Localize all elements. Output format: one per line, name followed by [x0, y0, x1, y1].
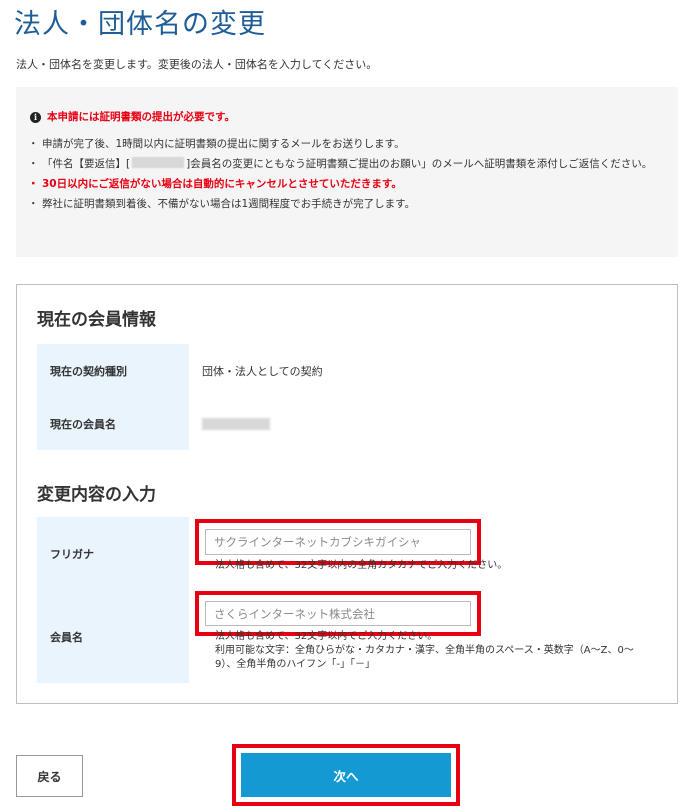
notice-box: i 本申請には証明書類の提出が必要です。 申請が完了後、1時間以内に証明書類の提…: [16, 87, 678, 257]
form-panel: 現在の会員情報 現在の契約種別 団体・法人としての契約 現在の会員名 変更内容の…: [16, 284, 678, 704]
notice-item: 申請が完了後、1時間以内に証明書類の提出に関するメールをお送りします。: [28, 134, 664, 154]
redacted-member-id: [132, 157, 185, 168]
notice-item: 「件名【要返信】[ ]会員名の変更にともなう証明書類ご提出のお願い」のメールへ証明…: [28, 154, 664, 174]
page-description: 法人・団体名を変更します。変更後の法人・団体名を入力してください。: [16, 58, 378, 71]
member-name-hint-line: 9）、全角半角のハイフン「-」「－」: [215, 659, 375, 670]
info-icon: i: [30, 111, 41, 123]
notice-heading-text: 本申請には証明書類の提出が必要です。: [47, 111, 235, 123]
notice-heading: i 本申請には証明書類の提出が必要です。: [30, 107, 664, 127]
notice-item-warning: 30日以内にご返信がない場合は自動的にキャンセルとさせていただきます。: [28, 174, 664, 194]
member-name-label: 会員名: [37, 591, 189, 683]
furigana-label: フリガナ: [37, 517, 189, 591]
member-name-input[interactable]: [205, 601, 471, 626]
change-input-title: 変更内容の入力: [37, 485, 156, 505]
current-info-title: 現在の会員情報: [37, 310, 156, 330]
back-button[interactable]: 戻る: [16, 755, 83, 797]
redacted-current-name: [202, 418, 270, 430]
current-name-value: [202, 398, 270, 450]
contract-type-value: 団体・法人としての契約: [202, 365, 323, 378]
furigana-hint: 法人格も含めて、32文字以内の全角カタカナでご入力ください。: [215, 560, 508, 571]
contract-type-row: 現在の契約種別 団体・法人としての契約: [37, 344, 659, 398]
furigana-input[interactable]: [205, 529, 471, 555]
next-button[interactable]: 次へ: [241, 753, 451, 797]
notice-list: 申請が完了後、1時間以内に証明書類の提出に関するメールをお送りします。 「件名【…: [28, 134, 664, 214]
contract-type-label: 現在の契約種別: [37, 344, 189, 398]
notice-item: 弊社に証明書類到着後、不備がない場合は1週間程度でお手続きが完了します。: [28, 194, 664, 214]
member-name-hint: 法人格も含めて、32文字以内でご入力ください。 利用可能な文字：全角ひらがな・カ…: [215, 630, 634, 672]
page-title: 法人・団体名の変更: [14, 9, 266, 40]
notice-item-text: 「件名【要返信】[: [42, 158, 131, 170]
current-name-row: 現在の会員名: [37, 398, 659, 450]
member-name-hint-line: 法人格も含めて、32文字以内でご入力ください。: [215, 631, 438, 642]
next-button-highlight: 次へ: [232, 744, 460, 806]
member-name-hint-line: 利用可能な文字：全角ひらがな・カタカナ・漢字、全角半角のスペース・英数字（A～Z…: [215, 645, 634, 656]
current-name-label: 現在の会員名: [37, 398, 189, 450]
notice-item-text: ]会員名の変更にともなう証明書類ご提出のお願い」のメールへ証明書類を添付しご返信…: [186, 158, 653, 170]
